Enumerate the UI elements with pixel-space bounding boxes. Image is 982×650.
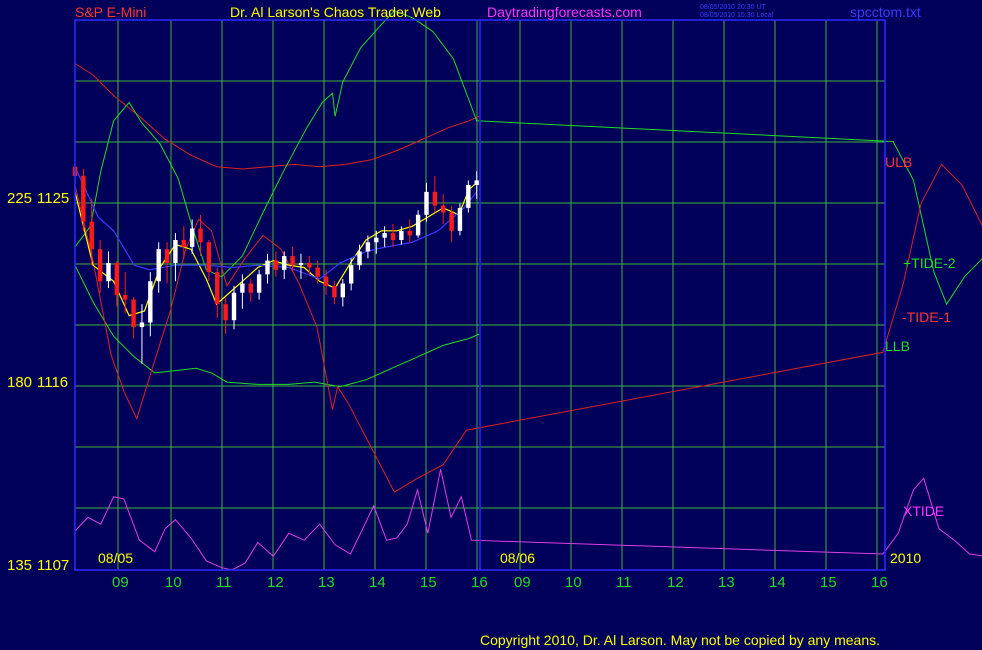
candle-body (223, 304, 228, 321)
candle-body (206, 242, 212, 273)
copyright-notice: Copyright 2010, Dr. Al Larson. May not b… (480, 632, 880, 648)
x-tick-label: 14 (769, 574, 786, 591)
candle-body (114, 262, 120, 295)
candle-body (315, 267, 320, 277)
candle-body (131, 299, 136, 328)
year-label: 2010 (890, 550, 921, 566)
x-tick-label: 09 (112, 574, 129, 591)
instrument-title: S&P E-Mini (75, 4, 146, 20)
legend-tide-1: -TIDE-1 (902, 309, 951, 325)
candle-body (441, 205, 446, 213)
candle-body (415, 214, 421, 236)
y-label-right-bottom: 1107 (37, 557, 69, 574)
candle-body (365, 242, 371, 252)
candle-body (156, 249, 161, 282)
candle-body (466, 185, 471, 208)
main-title: Dr. Al Larson's Chaos Trader Web (230, 4, 441, 20)
candle-body (256, 274, 262, 293)
candle-body (424, 191, 429, 215)
candle-body (307, 262, 312, 268)
y-label-right-top: 1125 (37, 190, 69, 207)
x-tick-label: 15 (820, 574, 837, 591)
candle-body (123, 295, 128, 300)
x-tick-label: 14 (369, 574, 386, 591)
y-label-right-mid: 1116 (37, 374, 68, 391)
candle-body (89, 221, 94, 250)
chart: 09 10 11 12 13 14 15 16 09 10 11 12 13 14 15 16 S&P E-M… (0, 0, 982, 650)
candle-body (248, 283, 253, 293)
candle-body (382, 233, 387, 238)
data-file-name: spcctom.txt (850, 4, 921, 20)
date-label-day2: 08/06 (500, 550, 535, 566)
timestamp-local: 08/05/2010 15:30 Local (700, 12, 774, 19)
candle-body (390, 233, 396, 240)
x-tick-label: 10 (565, 574, 582, 591)
candle-body (457, 207, 463, 231)
candle-body (97, 249, 103, 282)
candle-body (407, 230, 412, 236)
candle-body (181, 240, 186, 247)
candle-body (357, 251, 362, 266)
candle-body (265, 260, 270, 275)
legend-tide-2: +TIDE-2 (903, 255, 956, 271)
candle-body (198, 228, 203, 243)
candle-body (449, 212, 454, 231)
x-tick-label: 11 (616, 574, 632, 591)
candle-body (173, 240, 178, 263)
candle-body (282, 256, 287, 270)
y-label-left-top: 225 (7, 190, 32, 207)
candle-body (273, 260, 279, 270)
candle-body (340, 283, 345, 298)
date-label-day1: 08/05 (98, 550, 133, 566)
x-tick-label: 09 (514, 574, 531, 591)
y-label-left-bottom: 135 (7, 557, 32, 574)
legend-xtide: XTIDE (903, 503, 944, 519)
chart-canvas: 09 10 11 12 13 14 15 16 09 10 11 12 13 14 15 16 S&P E-M… (0, 0, 982, 650)
candle-body (432, 191, 438, 206)
legend-llb: LLB (885, 338, 910, 354)
candle-body (348, 265, 354, 284)
candle-body (164, 249, 170, 263)
x-tick-label: 12 (267, 574, 284, 591)
candle-body (139, 322, 145, 328)
candle-body (290, 256, 295, 266)
candle-body (106, 262, 111, 282)
x-tick-label: 16 (871, 574, 888, 591)
y-label-left-mid: 180 (7, 374, 32, 391)
x-tick-label: 15 (420, 574, 437, 591)
candle-body (189, 228, 195, 247)
candle-body (323, 276, 329, 286)
candle-body (231, 292, 237, 321)
x-tick-label: 13 (718, 574, 735, 591)
x-tick-label: 13 (318, 574, 335, 591)
x-tick-label: 16 (471, 574, 488, 591)
site-link[interactable]: Daytradingforecasts.com (487, 4, 642, 20)
timestamp-ut: 08/05/2010 20:30 UT (700, 4, 766, 11)
x-tick-label: 10 (165, 574, 182, 591)
candle-body (81, 175, 86, 222)
legend-ulb: ULB (885, 154, 912, 170)
candle-body (474, 180, 479, 185)
candle-body (148, 281, 153, 323)
candle-body (215, 272, 220, 305)
x-tick-label: 11 (216, 574, 232, 591)
candle-body (374, 237, 379, 243)
candle-body (240, 283, 245, 293)
x-tick-label: 12 (667, 574, 684, 591)
candle-body (298, 262, 304, 266)
candle-body (399, 230, 404, 240)
candle-body (332, 285, 337, 298)
